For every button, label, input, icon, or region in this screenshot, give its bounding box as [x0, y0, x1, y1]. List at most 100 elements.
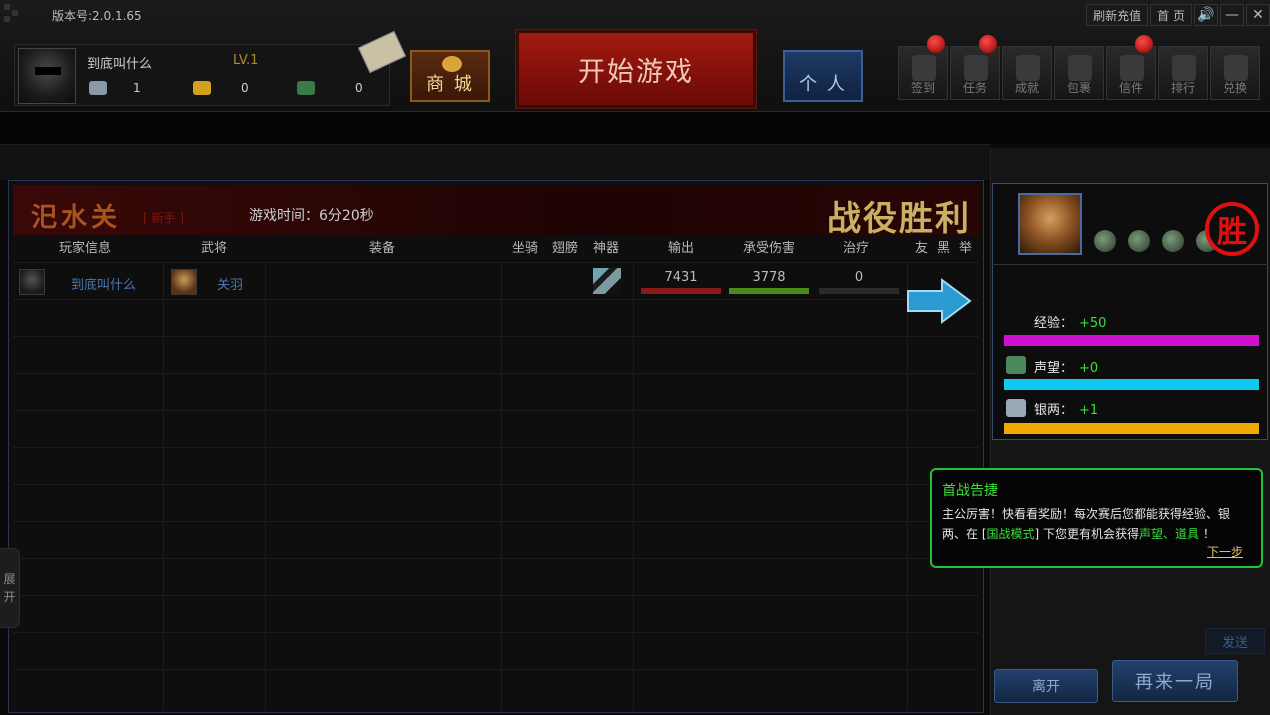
table-row[interactable]: 到底叫什么 关羽 7431 3778 0: [13, 262, 979, 299]
reputation-reward: 声望： +0: [1034, 361, 1099, 376]
feature-menu: 签到 任务 成就 包裹 信件 排行 兑换: [898, 35, 1260, 100]
col-heal: 治疗: [843, 241, 870, 256]
crossed-swords-icon: [964, 55, 988, 81]
sub-bar: [0, 112, 1270, 144]
col-artifact: 神器: [593, 241, 620, 256]
menu-item-checkin[interactable]: 签到: [898, 35, 948, 100]
shop-button[interactable]: 商 城: [410, 50, 490, 102]
notification-dot: [927, 35, 945, 53]
table-row: [13, 521, 979, 558]
gold-count: 0: [193, 81, 249, 95]
player-level: LV.1: [233, 53, 259, 68]
jade-bead-icon: [1094, 230, 1116, 252]
close-button[interactable]: ✕: [1246, 4, 1270, 26]
table-row: [13, 447, 979, 484]
menu-item-tasks[interactable]: 任务: [950, 35, 1000, 100]
menu-item-mail[interactable]: 信件: [1106, 35, 1156, 100]
recharge-button[interactable]: 刷新充值: [1086, 4, 1149, 26]
battle-result-panel: 汜水关 [ 新手 ] 游戏时间：6分20秒 战役胜利 玩家信息 武将 装备 坐骑…: [8, 180, 984, 713]
minimize-button[interactable]: —: [1220, 4, 1244, 26]
battle-result-title: 战役胜利: [827, 199, 971, 239]
exp-bar: [1004, 335, 1259, 346]
mask-icon: [1224, 55, 1248, 81]
top-bar: 版本号:2.0.1.65 刷新充值 首 页 🔊 — ✕ 到底叫什么 LV.1 1…: [0, 0, 1270, 112]
arrow-right-icon: [907, 278, 972, 324]
damage-taken-bar: [729, 288, 809, 294]
jade-bead-icon: [1162, 230, 1184, 252]
logo-icon: [4, 4, 40, 24]
output-value: 7431: [664, 270, 698, 285]
table-row: [13, 484, 979, 521]
notification-dot: [1135, 35, 1153, 53]
output-bar: [641, 288, 721, 294]
col-output: 输出: [668, 241, 695, 256]
heal-value: 0: [854, 270, 864, 285]
row-player-name[interactable]: 到底叫什么: [71, 274, 136, 293]
avatar[interactable]: [18, 48, 76, 104]
window-controls: 刷新充值 首 页 🔊 — ✕: [1086, 4, 1270, 26]
col-equipment: 装备: [369, 241, 396, 256]
table-row: [13, 669, 979, 706]
artifact-icon[interactable]: [593, 268, 621, 294]
silver-icon: [89, 81, 107, 95]
mail-icon: [1120, 55, 1144, 81]
leave-button[interactable]: 离开: [994, 669, 1098, 703]
row-general-name: 关羽: [217, 278, 244, 293]
damage-taken-value: 3778: [752, 270, 786, 285]
heal-bar: [819, 288, 899, 294]
mid-bar: [0, 144, 990, 180]
jade-icon: [297, 81, 315, 95]
col-damage-taken: 承受伤害: [743, 241, 796, 256]
reputation-bar: [1004, 379, 1259, 390]
next-step-link[interactable]: 下一步: [1207, 543, 1243, 560]
expand-tab[interactable]: 展 开: [0, 548, 20, 628]
col-friend: 友: [915, 241, 929, 256]
table-row: [13, 595, 979, 632]
play-again-button[interactable]: 再来一局: [1112, 660, 1238, 702]
personal-button[interactable]: 个 人: [783, 50, 863, 102]
table-row: [13, 299, 979, 336]
table-row: [13, 336, 979, 373]
bag-icon: [1068, 55, 1092, 81]
tutorial-tip: 首战告捷 主公厉害！快看看奖励！每次赛后您都能获得经验、银 两、在 [国战模式]…: [930, 468, 1263, 568]
send-button[interactable]: 发送: [1205, 628, 1265, 654]
table-row: [13, 410, 979, 447]
table-row: [13, 558, 979, 595]
silver-reward: 银两： +1: [1034, 403, 1099, 418]
victory-seal: 胜: [1205, 202, 1259, 256]
battle-header: 汜水关 [ 新手 ] 游戏时间：6分20秒 战役胜利: [13, 185, 979, 239]
divider: [992, 264, 1268, 265]
table-row: [13, 373, 979, 410]
col-block: 黑: [937, 241, 951, 256]
tip-body: 主公厉害！快看看奖励！每次赛后您都能获得经验、银 两、在 [国战模式] 下您更有…: [942, 507, 1231, 541]
jade-count: 0: [297, 81, 363, 95]
player-profile: 到底叫什么 LV.1 1 0 0: [14, 44, 390, 106]
version-label: 版本号:2.0.1.65: [52, 9, 142, 23]
ranking-icon: [1172, 55, 1196, 81]
gold-ingot-icon: [193, 81, 211, 95]
map-difficulty: [ 新手 ]: [143, 211, 184, 225]
jade-bead-icon: [1128, 230, 1150, 252]
silver-count: 1: [89, 81, 141, 95]
menu-item-exchange[interactable]: 兑换: [1210, 46, 1260, 100]
col-player: 玩家信息: [59, 241, 112, 256]
tip-title: 首战告捷: [942, 483, 998, 499]
notification-dot: [979, 35, 997, 53]
exp-reward: 经验： +50: [1034, 316, 1107, 331]
checkin-icon: [912, 55, 936, 81]
general-avatar: [171, 269, 197, 295]
hero-portrait: [1018, 193, 1082, 255]
game-time: 游戏时间：6分20秒: [249, 208, 374, 224]
achievement-icon: [1016, 55, 1040, 81]
menu-item-achievements[interactable]: 成就: [1002, 46, 1052, 100]
player-avatar: [19, 269, 45, 295]
silver-bar: [1004, 423, 1259, 434]
home-button[interactable]: 首 页: [1150, 4, 1192, 26]
sound-icon[interactable]: 🔊: [1194, 4, 1218, 26]
start-game-button[interactable]: 开始游戏: [515, 29, 757, 109]
menu-item-inventory[interactable]: 包裹: [1054, 46, 1104, 100]
menu-item-ranking[interactable]: 排行: [1158, 46, 1208, 100]
col-mount: 坐骑: [512, 241, 539, 256]
coins-icon: [442, 56, 462, 72]
col-report: 举: [959, 241, 973, 256]
